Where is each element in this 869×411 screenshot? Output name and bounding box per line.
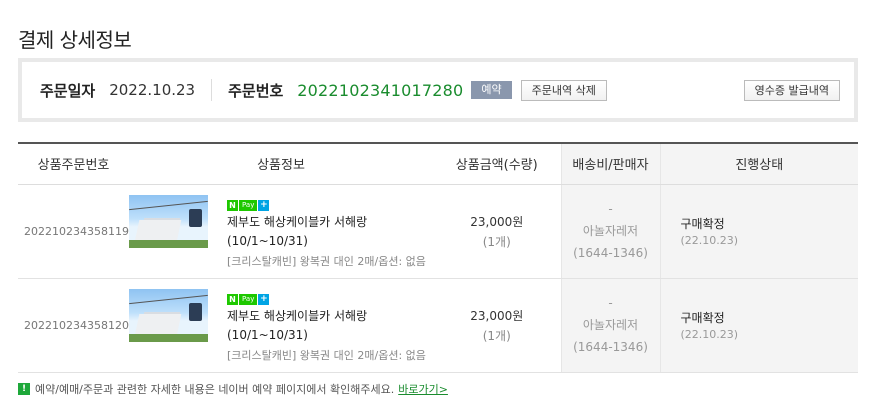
header-shipping-seller: 배송비/판매자 [560, 142, 660, 185]
header-status: 진행상태 [659, 142, 858, 185]
product-thumbnail[interactable] [129, 289, 208, 342]
order-item-number: 2022102343581200 [18, 278, 136, 373]
seller-phone: (1644-1346) [573, 340, 648, 354]
receipt-history-button[interactable]: 영수증 발급내역 [743, 80, 840, 101]
product-option: [크리스탈캐빈] 왕복권 대인 2매/옵션: 없음 [227, 255, 426, 268]
page-title: 결제 상세정보 [18, 28, 132, 52]
order-date-label: 주문일자 [40, 81, 96, 100]
table-row: 2022102343581200 N Pay + 제부도 해상케이블카 서해랑(10… [18, 278, 858, 373]
header-product-info: 상품정보 [129, 142, 433, 185]
order-number-label: 주문번호 [228, 81, 284, 100]
shipping-fee: - [608, 296, 613, 310]
notice-text: 예약/예매/주문과 관련한 자세한 내용은 네이버 예약 페이지에서 확인해주세… [35, 383, 395, 396]
status-text: 구매확정 [680, 217, 725, 231]
order-items-table: 상품주문번호 상품정보 상품금액(수량) 배송비/판매자 진행상태 202210… [18, 142, 858, 373]
product-name-link[interactable]: 제부도 해상케이블카 서해랑(10/1~10/31) [227, 307, 433, 345]
seller-name[interactable]: 아놀자레저 [562, 314, 660, 336]
product-price: 23,000원 [470, 308, 524, 323]
order-item-number: 2022102343581190 [18, 184, 136, 279]
npay-plus-icon: N Pay + [227, 200, 270, 211]
table-row: 2022102343581190 N Pay + 제부도 해상케이블카 서해랑(10… [18, 184, 858, 279]
status-text: 구매확정 [680, 311, 725, 325]
header-price-qty: 상품금액(수량) [433, 142, 561, 185]
order-number-value: 2022102341017280 [297, 80, 464, 100]
product-quantity: (1개) [482, 328, 511, 343]
notice-bar: ! 예약/예매/주문과 관련한 자세한 내용은 네이버 예약 페이지에서 확인해… [18, 381, 448, 397]
status-date: (22.10.23) [680, 328, 739, 341]
seller-name[interactable]: 아놀자레저 [562, 220, 660, 242]
product-price: 23,000원 [470, 214, 524, 229]
exclamation-icon: ! [18, 383, 30, 395]
divider [211, 79, 213, 101]
product-name-link[interactable]: 제부도 해상케이블카 서해랑(10/1~10/31) [227, 213, 433, 251]
shortcut-link[interactable]: 바로가기> [398, 381, 448, 397]
delete-order-button[interactable]: 주문내역 삭제 [520, 79, 607, 101]
npay-plus-icon: N Pay + [227, 294, 270, 305]
product-thumbnail[interactable] [129, 195, 208, 248]
status-date: (22.10.23) [680, 234, 739, 247]
shipping-fee: - [608, 202, 613, 216]
reservation-badge: 예약 [471, 81, 512, 99]
order-date-value: 2022.10.23 [109, 81, 196, 99]
header-order-item-no: 상품주문번호 [18, 142, 129, 185]
product-option: [크리스탈캐빈] 왕복권 대인 2매/옵션: 없음 [227, 349, 426, 362]
order-summary-box: 주문일자 2022.10.23 주문번호 2022102341017280 예약… [18, 58, 858, 122]
seller-phone: (1644-1346) [573, 246, 648, 260]
product-quantity: (1개) [482, 234, 511, 249]
